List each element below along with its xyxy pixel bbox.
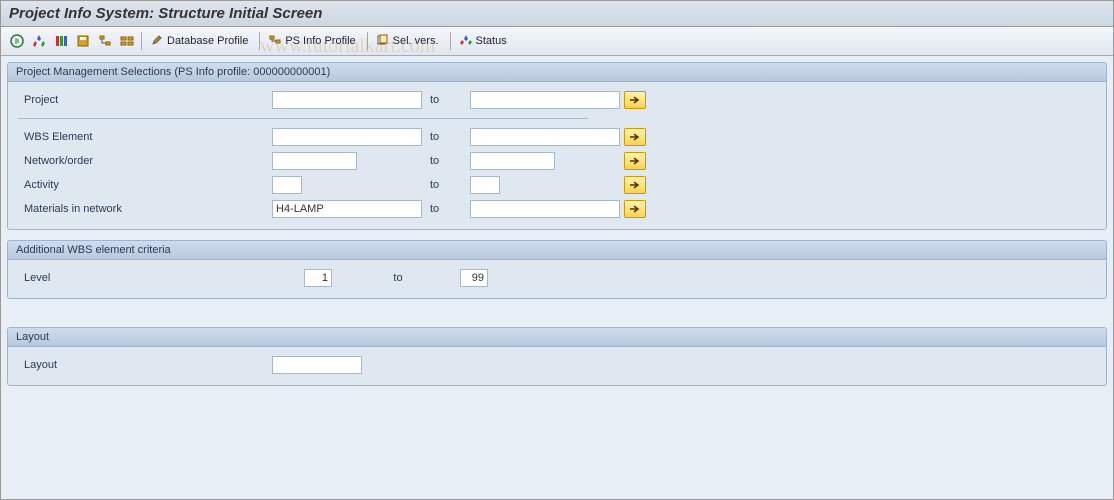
materials-from-input[interactable] [272, 200, 422, 218]
project-to-input[interactable] [470, 91, 620, 109]
page-title: Project Info System: Structure Initial S… [9, 5, 322, 22]
activity-from-input[interactable] [272, 176, 302, 194]
layout-panel: Layout Layout [7, 327, 1107, 386]
activity-multiselect-button[interactable] [624, 176, 646, 194]
execute-icon[interactable] [7, 31, 27, 51]
arrow-right-icon [629, 132, 641, 142]
level-row: Level to [18, 266, 1096, 290]
level-from-input[interactable] [304, 269, 332, 287]
layout-input[interactable] [272, 356, 362, 374]
additional-wbs-panel: Additional WBS element criteria Level to [7, 240, 1107, 299]
wbs-multiselect-button[interactable] [624, 128, 646, 146]
arrow-right-icon [629, 156, 641, 166]
wbs-from-input[interactable] [272, 128, 422, 146]
toolbar-separator [367, 32, 368, 50]
level-label: Level [18, 272, 278, 284]
save-icon[interactable] [73, 31, 93, 51]
title-bar: Project Info System: Structure Initial S… [1, 1, 1113, 27]
activity-label: Activity [18, 179, 268, 191]
materials-label: Materials in network [18, 203, 268, 215]
pencil-icon [150, 34, 164, 48]
level-to-input[interactable] [460, 269, 488, 287]
sel-vers-button[interactable]: Sel. vers. [372, 31, 446, 51]
hierarchy-icon[interactable] [95, 31, 115, 51]
version-icon [376, 34, 390, 48]
status-label: Status [476, 35, 507, 47]
toolbar-separator [141, 32, 142, 50]
additional-wbs-header: Additional WBS element criteria [8, 241, 1106, 260]
to-label: to [426, 131, 466, 143]
layout-panel-header: Layout [8, 328, 1106, 347]
materials-to-input[interactable] [470, 200, 620, 218]
wbs-to-input[interactable] [470, 128, 620, 146]
variant-icon[interactable] [29, 31, 49, 51]
ps-info-profile-label: PS Info Profile [285, 35, 355, 47]
activity-to-input[interactable] [470, 176, 500, 194]
ps-info-profile-button[interactable]: PS Info Profile [264, 31, 362, 51]
to-label: to [336, 272, 456, 284]
separator [18, 118, 588, 119]
database-profile-button[interactable]: Database Profile [146, 31, 255, 51]
toolbar: Database Profile PS Info Profile Sel. ve… [1, 27, 1113, 56]
activity-row: Activity to [18, 173, 1096, 197]
status-icon [459, 34, 473, 48]
status-button[interactable]: Status [455, 31, 514, 51]
to-label: to [426, 155, 466, 167]
arrow-right-icon [629, 180, 641, 190]
wbs-label: WBS Element [18, 131, 268, 143]
project-label: Project [18, 94, 268, 106]
content-area: Project Management Selections (PS Info p… [1, 56, 1113, 499]
pm-selections-panel: Project Management Selections (PS Info p… [7, 62, 1107, 230]
materials-row: Materials in network to [18, 197, 1096, 221]
wbs-row: WBS Element to [18, 125, 1096, 149]
toolbar-separator [450, 32, 451, 50]
toolbar-separator [259, 32, 260, 50]
layout-label: Layout [18, 359, 268, 371]
project-multiselect-button[interactable] [624, 91, 646, 109]
profile-icon [268, 34, 282, 48]
pm-selections-header: Project Management Selections (PS Info p… [8, 63, 1106, 82]
arrow-right-icon [629, 95, 641, 105]
project-from-input[interactable] [272, 91, 422, 109]
sel-vers-label: Sel. vers. [393, 35, 439, 47]
to-label: to [426, 203, 466, 215]
to-label: to [426, 179, 466, 191]
overview-icon[interactable] [117, 31, 137, 51]
to-label: to [426, 94, 466, 106]
arrow-right-icon [629, 204, 641, 214]
network-from-input[interactable] [272, 152, 357, 170]
network-to-input[interactable] [470, 152, 555, 170]
layout-row: Layout [18, 353, 1096, 377]
project-row: Project to [18, 88, 1096, 112]
materials-multiselect-button[interactable] [624, 200, 646, 218]
network-row: Network/order to [18, 149, 1096, 173]
network-label: Network/order [18, 155, 268, 167]
selection-icon[interactable] [51, 31, 71, 51]
network-multiselect-button[interactable] [624, 152, 646, 170]
database-profile-label: Database Profile [167, 35, 248, 47]
